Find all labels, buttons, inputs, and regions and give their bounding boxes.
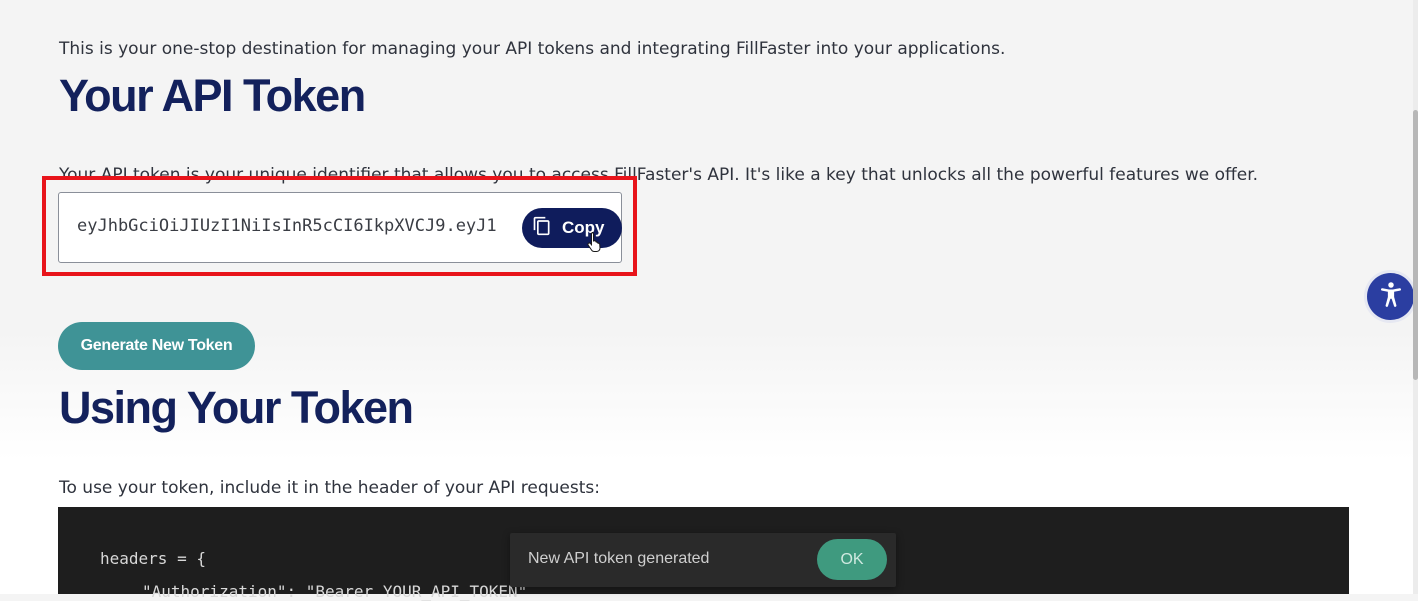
copy-button[interactable]: Copy <box>522 208 622 248</box>
code-line: headers = { <box>100 549 206 568</box>
api-token-heading: Your API Token <box>59 70 366 121</box>
copy-icon <box>532 216 552 240</box>
accessibility-icon <box>1376 280 1406 314</box>
toast-message: New API token generated <box>528 550 710 567</box>
accessibility-button[interactable] <box>1367 273 1414 320</box>
using-token-description: To use your token, include it in the hea… <box>59 478 600 498</box>
code-line: "Authorization": "Bearer YOUR_API_TOKEN" <box>142 582 528 601</box>
toast-notification: New API token generated OK <box>510 533 896 587</box>
scrollbar-thumb[interactable] <box>1413 110 1418 380</box>
hand-pointer-icon <box>587 232 601 252</box>
token-field[interactable]: eyJhbGciOiJIUzI1NiIsInR5cCI6IkpXVCJ9.eyJ… <box>58 192 622 263</box>
intro-text: This is your one-stop destination for ma… <box>59 39 1006 59</box>
scrollbar[interactable] <box>1413 0 1418 594</box>
generate-new-token-button[interactable]: Generate New Token <box>58 322 255 370</box>
token-value: eyJhbGciOiJIUzI1NiIsInR5cCI6IkpXVCJ9.eyJ… <box>77 216 497 236</box>
toast-ok-button[interactable]: OK <box>817 539 887 580</box>
using-token-heading: Using Your Token <box>59 382 414 433</box>
